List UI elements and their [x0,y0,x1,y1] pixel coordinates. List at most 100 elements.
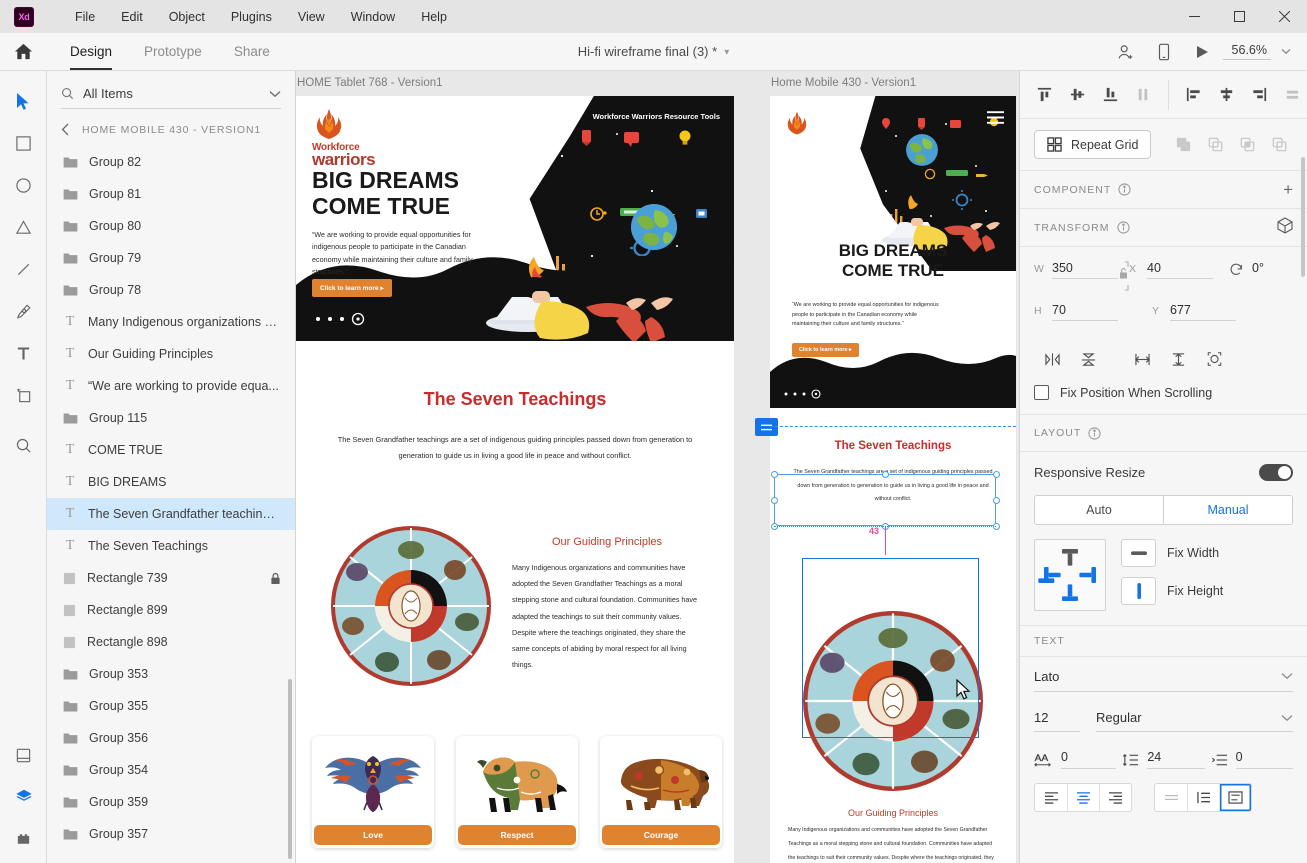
desktop-preview-icon[interactable] [1185,37,1219,67]
subtract-shape-icon[interactable] [1201,131,1229,159]
add-collaborator-icon[interactable] [1109,37,1143,67]
minimize-icon[interactable] [1172,0,1217,33]
chevron-down-icon[interactable]: ▾ [724,47,729,58]
ellipse-tool[interactable] [0,169,47,201]
width-value[interactable]: 350 [1052,261,1118,279]
distribute-vertical-icon[interactable] [1127,80,1160,110]
card-courage[interactable]: Courage [600,736,722,848]
layer-list[interactable]: Group 82Group 81Group 80Group 79Group 78… [47,146,295,863]
fix-width-item[interactable]: Fix Width [1121,539,1223,567]
font-size-value[interactable]: 12 [1034,710,1080,732]
chevron-down-icon[interactable] [1275,37,1297,67]
rotation-field[interactable]: 0° [1229,261,1302,278]
lock-aspect-icon[interactable] [1118,261,1129,291]
align-horizontal-center-icon[interactable] [1210,80,1243,110]
chevron-down-icon[interactable] [1281,667,1293,685]
layer-row-13[interactable]: Rectangle 739 [47,562,295,594]
height-resize-icon[interactable] [1160,345,1196,373]
paragraph-spacing-field[interactable]: 0 [1211,750,1293,769]
home-icon[interactable] [0,42,46,61]
menu-plugins[interactable]: Plugins [218,6,285,28]
scale-icon[interactable] [1196,345,1232,373]
exclude-shape-icon[interactable] [1265,131,1293,159]
mobile-logo[interactable] [784,110,810,141]
horizontal-bar-icon[interactable] [1121,539,1156,567]
layer-row-21[interactable]: Group 357 [47,818,295,850]
mobile-cta-button[interactable]: Click to learn more ▸ [792,343,859,357]
text-tool[interactable] [0,337,47,369]
menu-window[interactable]: Window [338,6,408,28]
menu-edit[interactable]: Edit [108,6,156,28]
fix-height-item[interactable]: Fix Height [1121,577,1223,605]
polygon-tool[interactable] [0,211,47,243]
layer-row-14[interactable]: Rectangle 899 [47,594,295,626]
rectangle-tool[interactable] [0,127,47,159]
tablet-medicine-wheel[interactable] [331,526,491,686]
layer-row-8[interactable]: Group 115 [47,402,295,434]
intersect-shape-icon[interactable] [1233,131,1261,159]
text-align-center-icon[interactable] [1067,784,1099,811]
layer-row-15[interactable]: Rectangle 898 [47,626,295,658]
flip-vertical-icon[interactable] [1070,345,1106,373]
chevron-down-icon[interactable] [1281,710,1293,725]
zoom-level[interactable]: 56.6% [1223,43,1271,60]
layout-mode-auto[interactable]: Auto [1035,496,1163,524]
pen-tool[interactable] [0,295,47,327]
text-align-left-icon[interactable] [1035,784,1067,811]
height-field[interactable]: H 70 [1034,303,1118,321]
info-icon[interactable] [1088,427,1101,440]
layer-row-11[interactable]: TThe Seven Grandfather teachings... [47,498,295,530]
repeat-grid-button[interactable]: Repeat Grid [1034,130,1151,159]
layer-row-9[interactable]: TCOME TRUE [47,434,295,466]
x-field[interactable]: X 40 [1129,261,1213,279]
align-bottom-icon[interactable] [1094,80,1127,110]
nav-resource-tools[interactable]: Workforce Warriors Resource Tools [593,112,720,124]
layer-row-20[interactable]: Group 359 [47,786,295,818]
chevron-left-icon[interactable] [61,123,70,136]
artboard-label-tablet[interactable]: HOME Tablet 768 - Version1 [297,77,443,89]
info-icon[interactable] [1117,221,1130,234]
artboard-mobile[interactable]: BIG DREAMS COME TRUE “We are working to … [770,96,1016,863]
tracking-value[interactable]: 0 [1061,750,1116,769]
nav-projects[interactable]: Projects [494,112,524,124]
font-style-select[interactable]: Regular [1096,710,1293,732]
tracking-field[interactable]: 0 [1034,750,1116,769]
card-love[interactable]: Love [312,736,434,848]
tab-prototype[interactable]: Prototype [128,33,218,70]
layer-row-7[interactable]: T“We are working to provide equa... [47,370,295,402]
layer-row-5[interactable]: TMany Indigenous organizations a... [47,306,295,338]
layers-scrollbar[interactable] [288,679,292,859]
text-fixed-width-icon[interactable] [1155,784,1187,811]
card-respect[interactable]: Respect [456,736,578,848]
line-tool[interactable] [0,253,47,285]
3d-transform-icon[interactable] [1277,217,1293,239]
add-shape-icon[interactable] [1169,131,1197,159]
mobile-preview-icon[interactable] [1147,37,1181,67]
font-family-select[interactable]: Lato [1034,667,1293,692]
y-field[interactable]: Y 677 [1152,303,1236,321]
add-component-icon[interactable]: + [1283,181,1293,198]
menu-file[interactable]: File [62,6,108,28]
tab-design[interactable]: Design [54,33,128,70]
height-value[interactable]: 70 [1052,303,1118,321]
text-auto-height-icon[interactable] [1187,784,1219,811]
nav-home[interactable]: Home [455,112,476,124]
nav-about-us[interactable]: About Us [541,112,574,124]
zoom-tool[interactable] [0,429,47,461]
align-left-icon[interactable] [1177,80,1210,110]
layer-row-10[interactable]: TBIG DREAMS [47,466,295,498]
text-area-icon[interactable] [1219,784,1251,811]
menu-object[interactable]: Object [156,6,218,28]
constraints-diagram-icon[interactable] [1034,539,1106,611]
distribute-horizontal-icon[interactable] [1276,80,1307,110]
layer-row-18[interactable]: Group 356 [47,722,295,754]
canvas[interactable]: HOME Tablet 768 - Version1 Home Mobile 4… [296,71,1019,863]
width-field[interactable]: W 350 [1034,261,1118,279]
line-height-field[interactable]: 24 [1122,750,1204,769]
layer-row-19[interactable]: Group 354 [47,754,295,786]
layer-row-0[interactable]: Group 82 [47,146,295,178]
layer-row-3[interactable]: Group 79 [47,242,295,274]
artboard-tablet[interactable]: Workforce warriors Home Projects About U… [296,96,734,863]
fix-position-checkbox[interactable] [1034,385,1049,400]
rotation-value[interactable]: 0° [1252,261,1302,278]
